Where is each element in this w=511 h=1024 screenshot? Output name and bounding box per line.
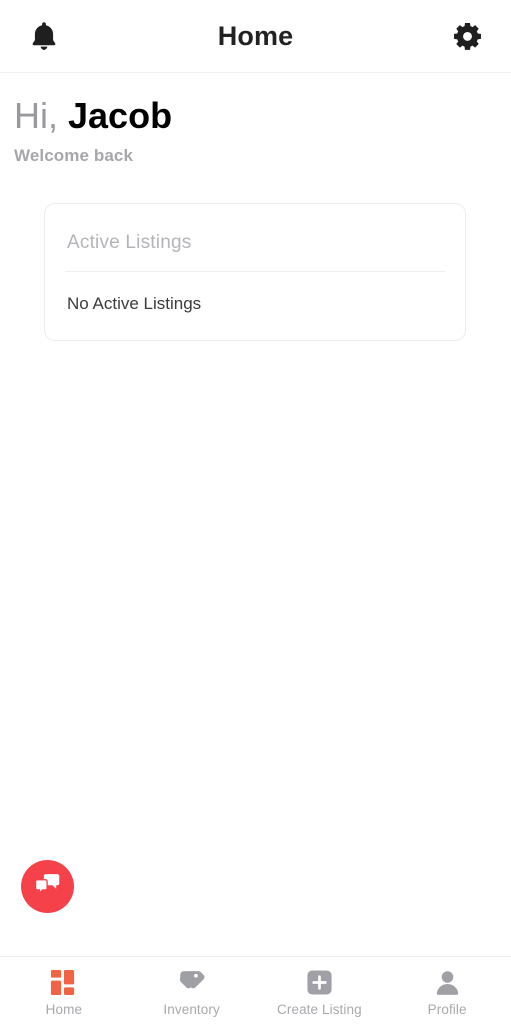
greeting-block: Hi, Jacob Welcome back bbox=[0, 73, 511, 166]
active-listings-title: Active Listings bbox=[67, 231, 192, 253]
plus-square-icon bbox=[306, 969, 333, 996]
active-listings-empty-message: No Active Listings bbox=[67, 293, 202, 313]
nav-label-home: Home bbox=[45, 1001, 83, 1017]
dashboard-grid-icon bbox=[50, 969, 77, 996]
settings-button[interactable] bbox=[445, 14, 489, 58]
nav-item-create-listing[interactable]: Create Listing bbox=[256, 957, 384, 1024]
greeting-headline: Hi, Jacob bbox=[14, 95, 497, 136]
greeting-user-name: Jacob bbox=[68, 95, 173, 136]
nav-label-inventory: Inventory bbox=[163, 1001, 220, 1017]
nav-item-profile[interactable]: Profile bbox=[383, 957, 511, 1024]
price-tag-icon bbox=[177, 969, 206, 996]
nav-label-create-listing: Create Listing bbox=[277, 1001, 362, 1017]
nav-item-home[interactable]: Home bbox=[0, 957, 128, 1024]
main-content: Active Listings No Active Listings bbox=[0, 166, 511, 956]
app-root: Home Hi, Jacob Welcome back Active Listi… bbox=[0, 0, 511, 1024]
bottom-navigation: Home Inventory Create Listing Profile bbox=[0, 956, 511, 1024]
greeting-subtitle: Welcome back bbox=[14, 145, 133, 165]
app-header: Home bbox=[0, 0, 511, 73]
chat-fab-button[interactable] bbox=[21, 860, 74, 913]
gear-icon bbox=[452, 21, 483, 52]
page-title: Home bbox=[217, 20, 294, 51]
person-icon bbox=[434, 969, 461, 996]
greeting-hi: Hi, bbox=[14, 95, 58, 136]
active-listings-card: Active Listings No Active Listings bbox=[44, 202, 466, 341]
bell-icon bbox=[29, 20, 59, 52]
notifications-button[interactable] bbox=[22, 14, 66, 58]
nav-item-inventory[interactable]: Inventory bbox=[128, 957, 256, 1024]
nav-label-profile: Profile bbox=[427, 1001, 467, 1017]
chat-bubbles-icon bbox=[34, 871, 61, 902]
